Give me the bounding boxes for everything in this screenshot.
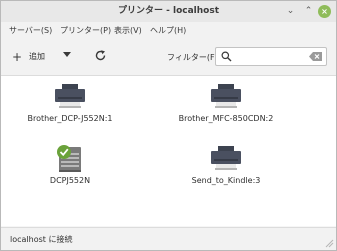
resize-grip-icon[interactable] [324, 238, 334, 248]
plus-icon: + [12, 50, 23, 64]
filter-search-box[interactable] [215, 47, 327, 66]
clear-icon[interactable] [309, 52, 322, 61]
printer-icon [211, 84, 241, 108]
printer-icon [211, 146, 241, 170]
printer-name: Brother_MFC-850CDN:2 [178, 114, 274, 123]
menu-view[interactable]: 表示(V) [114, 22, 142, 40]
status-bar: localhost に接続 [1, 227, 336, 250]
minimize-button[interactable]: ⌄ [284, 5, 297, 18]
printer-item[interactable]: Brother_MFC-850CDN:2 [171, 84, 281, 134]
printer-list: Brother_DCP-J552N:1 Brother_MFC-850CDN:2 [1, 76, 336, 226]
printer-item[interactable]: DCPJ552N [15, 145, 125, 196]
printer-name: Brother_DCP-J552N:1 [27, 114, 113, 123]
refresh-icon[interactable] [94, 49, 107, 62]
filter-input[interactable] [235, 50, 305, 63]
printer-item[interactable]: Brother_DCP-J552N:1 [15, 84, 125, 134]
printer-icon [55, 84, 85, 108]
filter-label: フィルター(F): [167, 53, 221, 62]
default-printer-icon [57, 145, 81, 172]
printer-item[interactable]: Send_to_Kindle:3 [171, 146, 281, 196]
menu-bar: サーバー(S) プリンター(P) 表示(V) ヘルプ(H) [1, 22, 336, 40]
add-button-label: 追加 [29, 52, 45, 61]
menu-server[interactable]: サーバー(S) [9, 22, 52, 40]
maximize-button[interactable]: ⌃ [302, 5, 315, 18]
menu-printer[interactable]: プリンター(P) [60, 22, 111, 40]
printer-name: Send_to_Kindle:3 [191, 176, 261, 185]
menu-help[interactable]: ヘルプ(H) [150, 22, 186, 40]
printer-name: DCPJ552N [49, 176, 91, 185]
title-bar[interactable]: プリンター - localhost ⌄ ⌃ × [1, 1, 336, 22]
connection-status: localhost に接続 [10, 235, 73, 244]
close-button[interactable]: × [318, 5, 331, 18]
search-icon [221, 51, 232, 62]
triangle-down-icon[interactable] [61, 48, 73, 60]
printers-window: プリンター - localhost ⌄ ⌃ × サーバー(S) プリンター(P)… [0, 0, 337, 251]
